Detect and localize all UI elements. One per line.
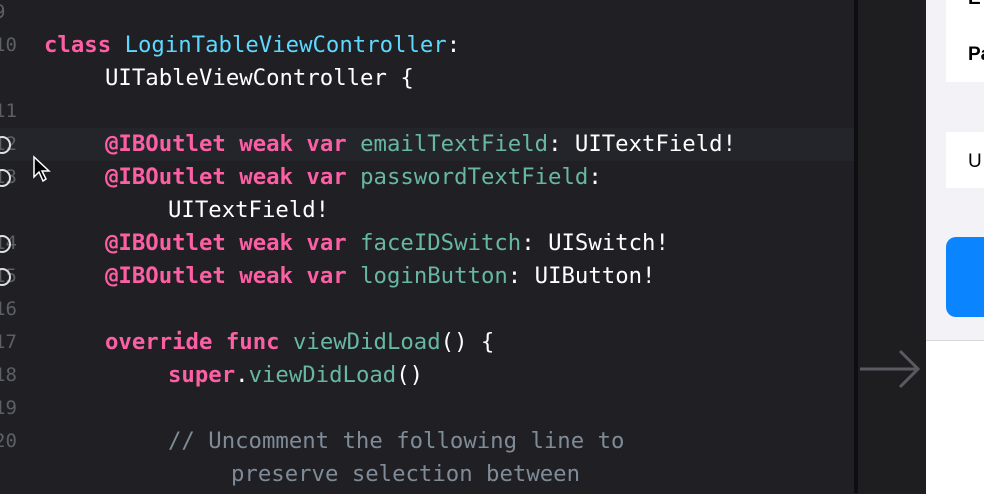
code-line[interactable]: 11 xyxy=(0,95,854,128)
code-token: weak xyxy=(239,131,293,157)
code-text: @IBOutlet weak var loginButton: UIButton… xyxy=(105,260,655,293)
code-line[interactable]: 15@IBOutlet weak var loginButton: UIButt… xyxy=(0,260,854,293)
code-token: . xyxy=(235,362,249,388)
code-token: @IBOutlet xyxy=(105,263,226,289)
code-line[interactable]: 20 // Uncomment the following line to xyxy=(0,425,854,458)
line-number: 17 xyxy=(0,331,17,353)
code-token: var xyxy=(306,263,347,289)
code-token: : UITextField! xyxy=(548,131,736,157)
code-line[interactable]: 19 xyxy=(0,392,854,425)
code-token: var xyxy=(306,131,347,157)
code-token: @IBOutlet xyxy=(105,131,226,157)
code-token: emailTextField xyxy=(360,131,549,157)
login-button[interactable] xyxy=(946,237,984,317)
storyboard-canvas[interactable] xyxy=(858,0,926,493)
code-text: class LoginTableViewController: xyxy=(44,29,460,62)
code-token: () { xyxy=(440,329,495,355)
code-token: super xyxy=(168,362,236,388)
text-field-value: U xyxy=(968,151,982,172)
code-token: var xyxy=(306,230,347,256)
code-line[interactable]: UITextField! xyxy=(0,194,854,227)
code-line[interactable]: preserve selection between xyxy=(0,458,854,491)
code-text: UITextField! xyxy=(168,194,329,227)
line-number: 10 xyxy=(0,34,17,56)
code-line[interactable]: 17 override func viewDidLoad() { xyxy=(0,326,854,359)
code-line[interactable]: 16 xyxy=(0,293,854,326)
code-line[interactable]: 14@IBOutlet weak var faceIDSwitch: UISwi… xyxy=(0,227,854,260)
code-token: passwordTextField xyxy=(360,164,589,190)
simulator-preview: E Pa U xyxy=(926,0,984,494)
code-token: weak xyxy=(239,164,293,190)
code-text: super.viewDidLoad() xyxy=(168,359,423,392)
code-token: preserve selection between xyxy=(231,461,581,487)
line-number: 19 xyxy=(0,397,17,419)
segue-arrow-icon xyxy=(860,349,921,389)
mouse-cursor-icon xyxy=(33,155,51,183)
code-text: @IBOutlet weak var passwordTextField: xyxy=(105,161,602,194)
code-token: func xyxy=(225,329,280,355)
code-line[interactable]: 18 super.viewDidLoad() xyxy=(0,359,854,392)
simulator-lower-area xyxy=(926,340,984,494)
line-number: 18 xyxy=(0,364,17,386)
code-token: override xyxy=(105,329,213,355)
code-token: UITableViewController { xyxy=(105,65,414,91)
line-number: 11 xyxy=(0,100,17,122)
line-number: 16 xyxy=(0,298,17,320)
code-token: // Uncomment the following line to xyxy=(168,428,625,454)
code-token: : xyxy=(588,164,602,190)
code-token: viewDidLoad xyxy=(248,362,397,388)
code-token: loginButton xyxy=(360,263,508,289)
code-token: LoginTableViewController xyxy=(124,32,447,58)
code-token: () xyxy=(396,362,424,388)
line-number: 20 xyxy=(0,430,17,452)
code-token: : UIButton! xyxy=(507,263,656,289)
line-number: 9 xyxy=(0,0,18,29)
code-line[interactable]: 10 class LoginTableViewController: xyxy=(0,29,854,62)
code-token: weak xyxy=(239,263,293,289)
code-token: viewDidLoad xyxy=(292,329,441,355)
code-line[interactable]: 9 xyxy=(0,0,854,29)
code-text: @IBOutlet weak var faceIDSwitch: UISwitc… xyxy=(105,227,669,260)
code-token: : xyxy=(446,32,461,58)
code-line[interactable]: 13@IBOutlet weak var passwordTextField: xyxy=(0,161,854,194)
code-token: class xyxy=(44,32,112,58)
credentials-card xyxy=(946,0,984,82)
code-token: @IBOutlet xyxy=(105,164,226,190)
code-text: preserve selection between xyxy=(231,458,580,491)
code-text: UITableViewController { xyxy=(105,62,414,95)
code-line[interactable]: 12@IBOutlet weak var emailTextField: UIT… xyxy=(0,128,854,161)
code-line[interactable]: UITableViewController { xyxy=(0,62,854,95)
code-token: faceIDSwitch xyxy=(360,230,522,256)
code-token: UITextField! xyxy=(168,197,330,223)
code-editor[interactable]: 9 10 class LoginTableViewController: UITabl… xyxy=(0,0,854,493)
password-label: Pa xyxy=(968,44,984,65)
code-token: : UISwitch! xyxy=(521,230,669,256)
code-token: weak xyxy=(239,230,293,256)
code-text: override func viewDidLoad() { xyxy=(105,326,494,359)
code-token: @IBOutlet xyxy=(105,230,226,256)
email-label: E xyxy=(968,0,981,10)
code-text: @IBOutlet weak var emailTextField: UITex… xyxy=(105,128,736,161)
code-token: var xyxy=(306,164,347,190)
code-text: // Uncomment the following line to xyxy=(168,425,624,458)
